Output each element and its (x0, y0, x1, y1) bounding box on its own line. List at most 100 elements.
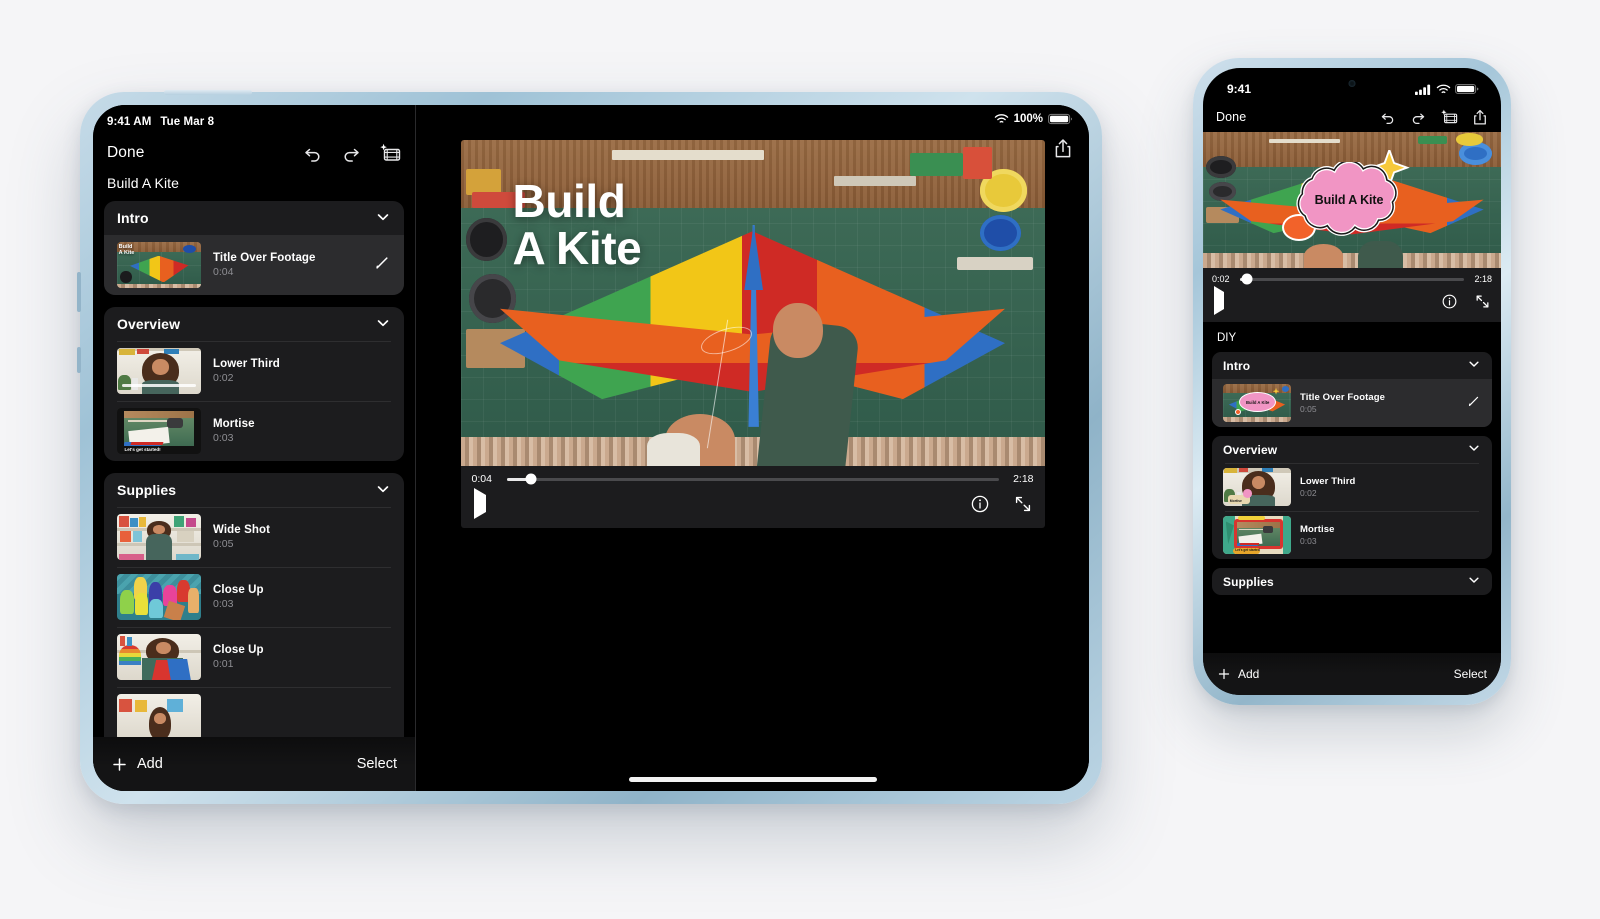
add-button[interactable]: Add (1217, 667, 1259, 681)
clip-thumbnail: Mortise (1223, 468, 1291, 506)
clip-duration: 0:03 (213, 598, 234, 610)
storyboard-group-intro: Intro Build A Kite Title Over Footage 0:… (104, 201, 404, 295)
group-header[interactable]: Intro (1212, 352, 1492, 379)
expand-icon[interactable] (1014, 495, 1032, 513)
clip-title: Close Up (213, 644, 264, 656)
status-time: 9:41 AM (107, 116, 152, 128)
scrubber-row: 0:02 2:18 (1203, 268, 1501, 285)
group-header[interactable]: Overview (1212, 436, 1492, 463)
ipad-volume-button[interactable] (77, 347, 81, 373)
add-button-label: Add (1238, 667, 1260, 681)
clip-thumbnail (117, 574, 201, 620)
add-button[interactable]: Add (111, 756, 163, 773)
table-row[interactable]: Let's get started! Mortise 0:03 (104, 401, 404, 461)
ipad-screen: 9:41 AM Tue Mar 8 Done Build A Kite Intr… (93, 105, 1089, 791)
table-row[interactable]: Mortise Lower Third 0:02 (1212, 463, 1492, 511)
add-button-label: Add (137, 756, 163, 772)
clip-title: Mortise (213, 418, 255, 430)
table-row[interactable]: Close Up 0:01 (104, 627, 404, 687)
clip-thumbnail (117, 634, 201, 680)
video-player[interactable]: Build A Kite 0:04 2:18 (460, 140, 1045, 528)
scrubber-track[interactable] (506, 473, 999, 485)
home-indicator[interactable] (628, 777, 877, 782)
chevron-down-icon[interactable] (1467, 573, 1481, 590)
pencil-icon[interactable] (1467, 394, 1481, 413)
iphone-device: 9:41 Done Build A Kite 0:02 2:18 DIY Int… (1193, 58, 1511, 705)
scrubber-knob[interactable] (525, 473, 537, 485)
table-row[interactable] (104, 687, 404, 737)
clip-meta: Close Up 0:01 (213, 644, 391, 670)
info-circle-icon[interactable] (971, 495, 989, 513)
chevron-down-icon[interactable] (375, 315, 391, 334)
clip-duration: 0:03 (1300, 536, 1317, 546)
wifi-icon (994, 113, 1009, 125)
chevron-down-icon[interactable] (375, 209, 391, 228)
table-row[interactable]: Close Up 0:03 (104, 567, 404, 627)
share-icon[interactable] (1053, 137, 1073, 159)
magic-movie-icon[interactable] (379, 143, 401, 163)
undo-icon[interactable] (303, 143, 323, 163)
clip-thumbnail: Let's get started! (117, 408, 201, 454)
expand-icon[interactable] (1475, 294, 1490, 309)
ipad-nav-bar: Done (93, 133, 415, 173)
table-row[interactable]: Let's get started Mortise 0:03 (1212, 511, 1492, 559)
battery-full-icon (1048, 113, 1073, 125)
iphone-project-title: DIY (1217, 332, 1237, 344)
clip-meta (213, 716, 391, 718)
iphone-storyboard-list[interactable]: Intro Build A Kite Title Over Footage 0:… (1203, 352, 1501, 653)
clip-meta: Mortise 0:03 (213, 418, 391, 444)
video-canvas[interactable]: Build A Kite (1203, 132, 1501, 268)
clip-duration: 0:02 (1300, 488, 1317, 498)
iphone-nav-bar: Done (1203, 102, 1501, 132)
chevron-down-icon[interactable] (375, 481, 391, 500)
scrubber-knob[interactable] (1241, 273, 1253, 285)
pencil-icon[interactable] (374, 254, 391, 276)
redo-icon[interactable] (341, 143, 361, 163)
ipad-bottom-toolbar: Add Select (93, 737, 415, 791)
clip-title: Lower Third (1300, 476, 1356, 487)
group-header[interactable]: Supplies (1212, 568, 1492, 595)
share-button[interactable] (1053, 137, 1073, 164)
group-label: Supplies (117, 482, 177, 498)
info-circle-icon[interactable] (1442, 294, 1457, 309)
table-row[interactable]: Wide Shot 0:05 (104, 507, 404, 567)
select-button[interactable]: Select (357, 756, 397, 772)
share-icon[interactable] (1472, 108, 1488, 126)
done-button[interactable]: Done (107, 144, 144, 162)
current-time-label: 0:02 (1212, 274, 1230, 284)
clip-meta: Lower Third 0:02 (213, 358, 391, 384)
done-button[interactable]: Done (1216, 110, 1246, 124)
storyboard-group-intro: Intro Build A Kite Title Over Footage 0:… (1212, 352, 1492, 427)
magic-movie-icon[interactable] (1440, 109, 1458, 125)
group-header[interactable]: Supplies (104, 473, 404, 507)
iphone-video-player[interactable]: Build A Kite 0:02 2:18 (1203, 132, 1501, 322)
group-header[interactable]: Overview (104, 307, 404, 341)
video-canvas[interactable]: Build A Kite (460, 140, 1045, 466)
plus-icon (111, 756, 128, 773)
play-icon[interactable] (1214, 286, 1224, 315)
select-button[interactable]: Select (1454, 667, 1487, 681)
group-label: Overview (117, 316, 181, 332)
scrubber-row: 0:04 2:18 (461, 466, 1045, 485)
undo-icon[interactable] (1380, 109, 1396, 125)
chevron-down-icon[interactable] (1467, 441, 1481, 458)
battery-percent: 100% (1013, 113, 1043, 125)
chevron-down-icon[interactable] (1467, 357, 1481, 374)
table-row[interactable]: Build A Kite Title Over Footage 0:05 (1212, 379, 1492, 427)
table-row[interactable]: Build A Kite Title Over Footage 0:04 (104, 235, 404, 295)
ipad-power-button[interactable] (77, 272, 81, 312)
callout-text: Build A Kite (1314, 192, 1384, 207)
scrubber-track[interactable] (1240, 273, 1464, 285)
play-icon[interactable] (473, 488, 486, 519)
group-header[interactable]: Intro (104, 201, 404, 235)
table-row[interactable]: Lower Third 0:02 (104, 341, 404, 401)
storyboard-group-supplies: Supplies (104, 473, 404, 737)
total-time-label: 2:18 (1474, 274, 1492, 284)
ipad-storyboard-list[interactable]: Intro Build A Kite Title Over Footage 0:… (93, 201, 415, 737)
clip-duration: 0:01 (213, 658, 234, 670)
ipad-sidebar: 9:41 AM Tue Mar 8 Done Build A Kite Intr… (93, 105, 415, 791)
player-right-buttons (971, 495, 1032, 513)
status-date: Tue Mar 8 (160, 116, 215, 128)
redo-icon[interactable] (1410, 109, 1426, 125)
cellular-bars-icon (1415, 84, 1432, 95)
